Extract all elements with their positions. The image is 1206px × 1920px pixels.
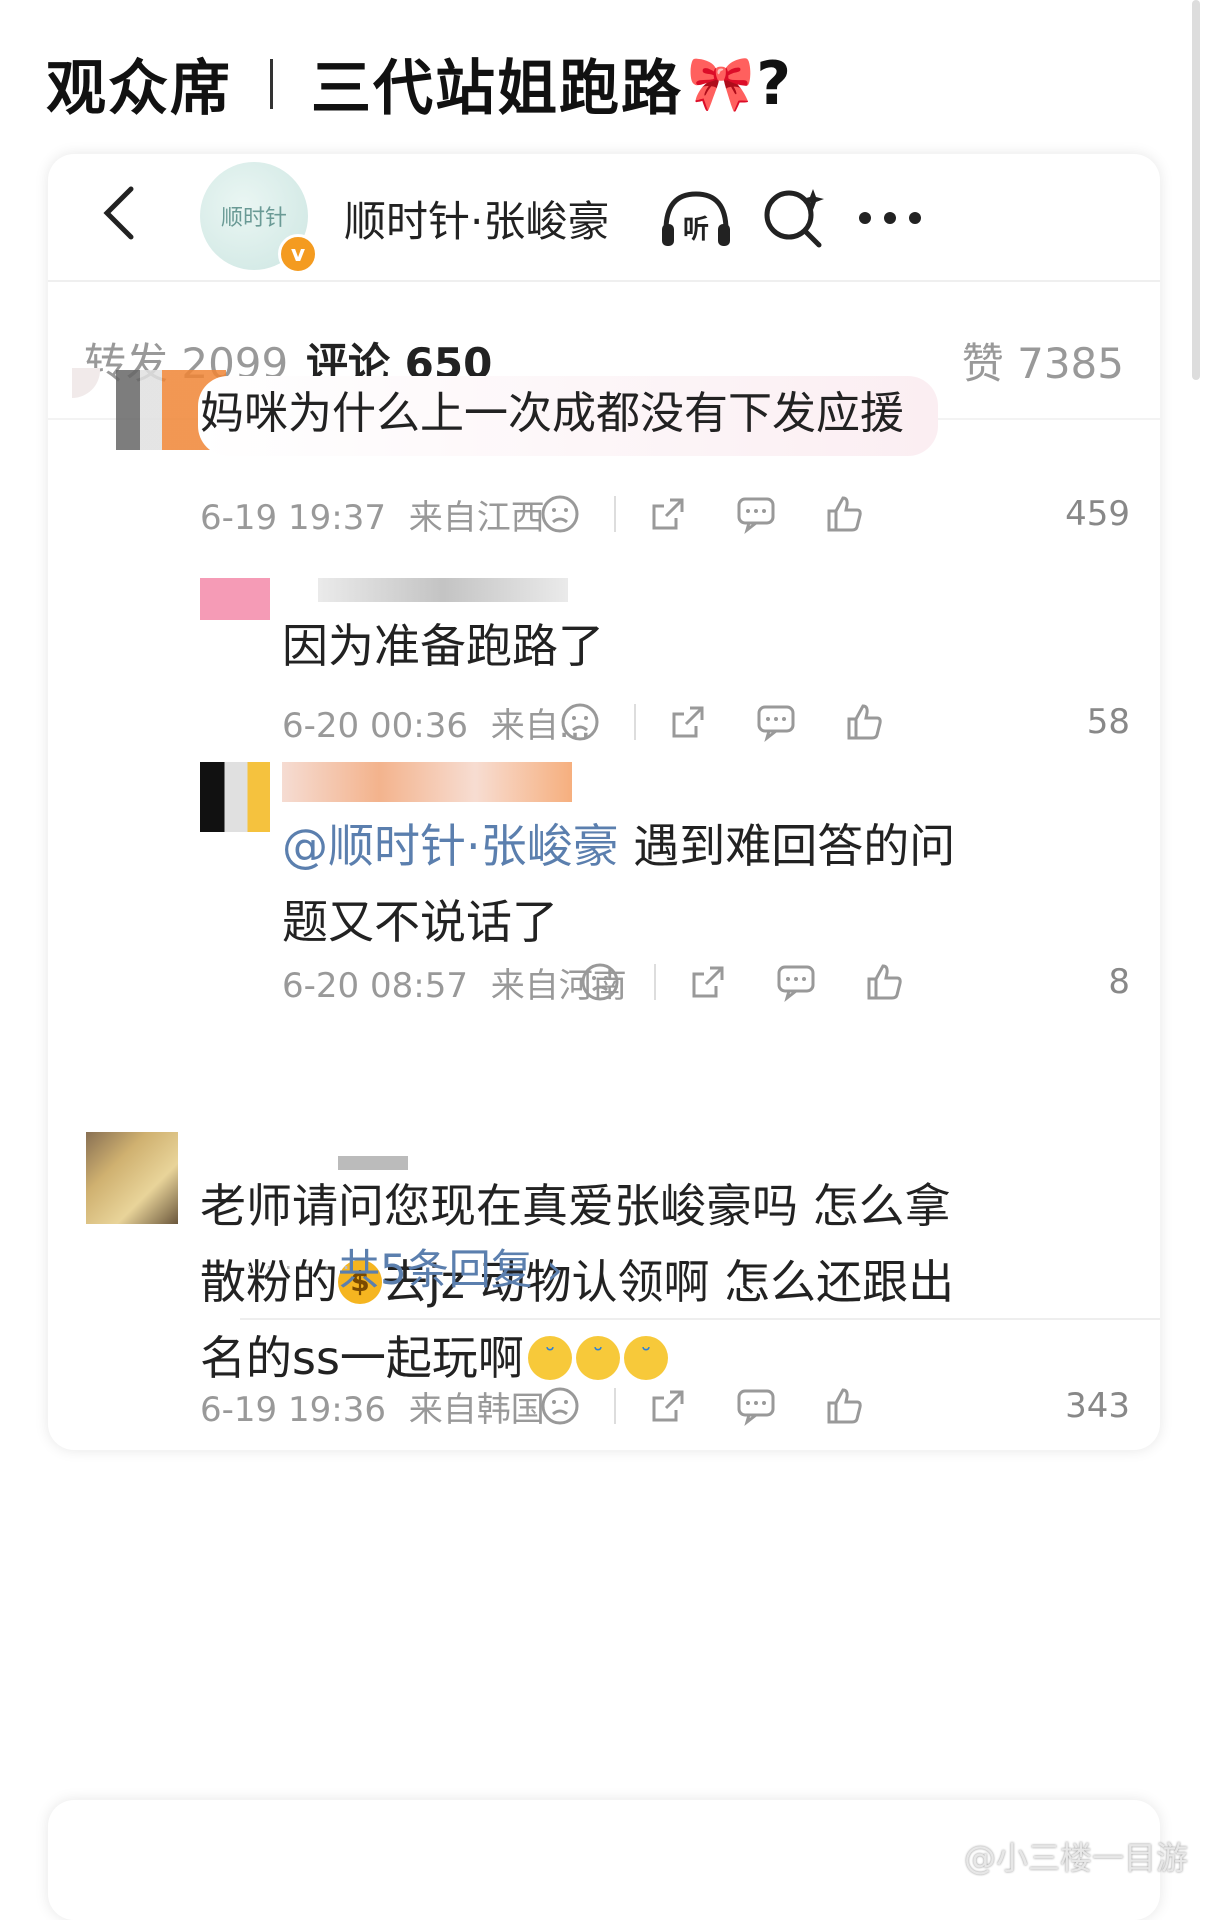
reply-icon[interactable] <box>730 488 782 540</box>
more-icon[interactable] <box>848 176 932 260</box>
post-headline: 观众席 三代站姐跑路 🎀 ? <box>46 40 793 127</box>
comment-time: 6-19 19:37 <box>200 498 386 538</box>
blurred-username[interactable] <box>318 578 568 602</box>
like-count: 8 <box>1108 962 1130 1002</box>
account-name[interactable]: 顺时针·张峻豪 <box>344 188 609 249</box>
emoji-reaction-icon[interactable] <box>534 1380 586 1432</box>
verified-badge-icon: v <box>278 234 318 274</box>
search-icon[interactable] <box>752 176 836 260</box>
comment-location: 来自江西 <box>408 498 545 538</box>
avatar-text: 顺时针 <box>220 206 287 231</box>
dotted-leader: · · · · · · <box>246 1254 352 1282</box>
back-icon[interactable] <box>84 178 154 248</box>
share-icon[interactable] <box>662 696 714 748</box>
listen-icon[interactable]: 听 <box>654 176 738 260</box>
emoji-reaction-icon[interactable] <box>554 696 606 748</box>
screenshot-card: 顺时针 v 顺时针·张峻豪 听 转发 2099 评论 650 赞 7385 妈咪… <box>48 154 1160 1450</box>
share-icon[interactable] <box>642 488 694 540</box>
action-separator <box>614 496 616 532</box>
share-icon[interactable] <box>642 1380 694 1432</box>
like-icon[interactable] <box>838 696 890 748</box>
crying-face-icon: ˘ <box>575 1335 620 1380</box>
action-separator <box>614 1388 616 1424</box>
comment-divider <box>240 1318 1160 1320</box>
comment-time: 6-19 19:36 <box>200 1390 386 1430</box>
comment-meta: 6-19 19:36 来自韩国 <box>200 1382 545 1431</box>
comment-text-line1: 遇到难回答的问 <box>618 819 956 873</box>
headline-right: 三代站姐跑路 <box>311 54 683 124</box>
commenter-avatar[interactable] <box>200 762 270 832</box>
listen-label: 听 <box>683 215 709 245</box>
comment-text-line2: 题又不说话了 <box>282 895 558 949</box>
watermark: @小三楼一目游 <box>963 1839 1188 1877</box>
comment-text: 因为准备跑路了 <box>282 619 604 673</box>
share-icon[interactable] <box>682 956 734 1008</box>
reply-icon[interactable] <box>770 956 822 1008</box>
comment-time: 6-20 00:36 <box>282 706 468 746</box>
like-icon[interactable] <box>818 1380 870 1432</box>
headline-tail: ? <box>756 48 794 119</box>
scrollbar[interactable] <box>1192 0 1200 380</box>
crying-face-icon: ˘ <box>623 1335 668 1380</box>
action-separator <box>654 964 656 1000</box>
comment-meta: 6-19 19:37 来自江西 <box>200 490 545 539</box>
comment-location: 来自韩国 <box>408 1390 545 1430</box>
reply-icon[interactable] <box>730 1380 782 1432</box>
headline-separator <box>270 58 273 109</box>
more-replies-link[interactable]: 共5条回复 › <box>338 1236 563 1297</box>
commenter-avatar[interactable] <box>86 1132 178 1224</box>
tab-likes[interactable]: 赞 7385 <box>962 330 1124 391</box>
comment-time: 6-20 08:57 <box>282 966 468 1006</box>
comment-text: 老师请问您现在真爱张峻豪吗 怎么拿 散粉的 $ 去jz 动物认领啊 怎么还跟出 名的… <box>200 1168 954 1396</box>
headline-left: 观众席 <box>46 54 232 124</box>
comment-meta: 6-20 00:36 来自... <box>282 698 591 747</box>
like-icon[interactable] <box>818 488 870 540</box>
mention-link[interactable]: @顺时针·张峻豪 <box>282 819 619 873</box>
blurred-username[interactable] <box>282 762 572 802</box>
like-count: 459 <box>1065 494 1130 534</box>
reply-icon[interactable] <box>750 696 802 748</box>
comment-text-line1: 老师请问您现在真爱张峻豪吗 怎么拿 <box>200 1179 951 1233</box>
bow-icon: 🎀 <box>687 51 757 115</box>
comment-text: 妈咪为什么上一次成都没有下发应援 <box>200 388 904 439</box>
like-count: 58 <box>1086 702 1130 742</box>
crying-face-icon: ˘ <box>527 1335 572 1380</box>
like-icon[interactable] <box>858 956 910 1008</box>
commenter-avatar[interactable] <box>200 578 270 620</box>
emoji-reaction-icon[interactable] <box>574 956 626 1008</box>
comment-text: @顺时针·张峻豪 遇到难回答的问 题又不说话了 <box>282 808 955 960</box>
like-count: 343 <box>1065 1386 1130 1426</box>
action-separator <box>634 704 636 740</box>
top-bar: 顺时针 v 顺时针·张峻豪 听 <box>48 154 1160 282</box>
emoji-reaction-icon[interactable] <box>534 488 586 540</box>
comment-text-line3: 名的ss一起玩啊 <box>200 1331 524 1385</box>
